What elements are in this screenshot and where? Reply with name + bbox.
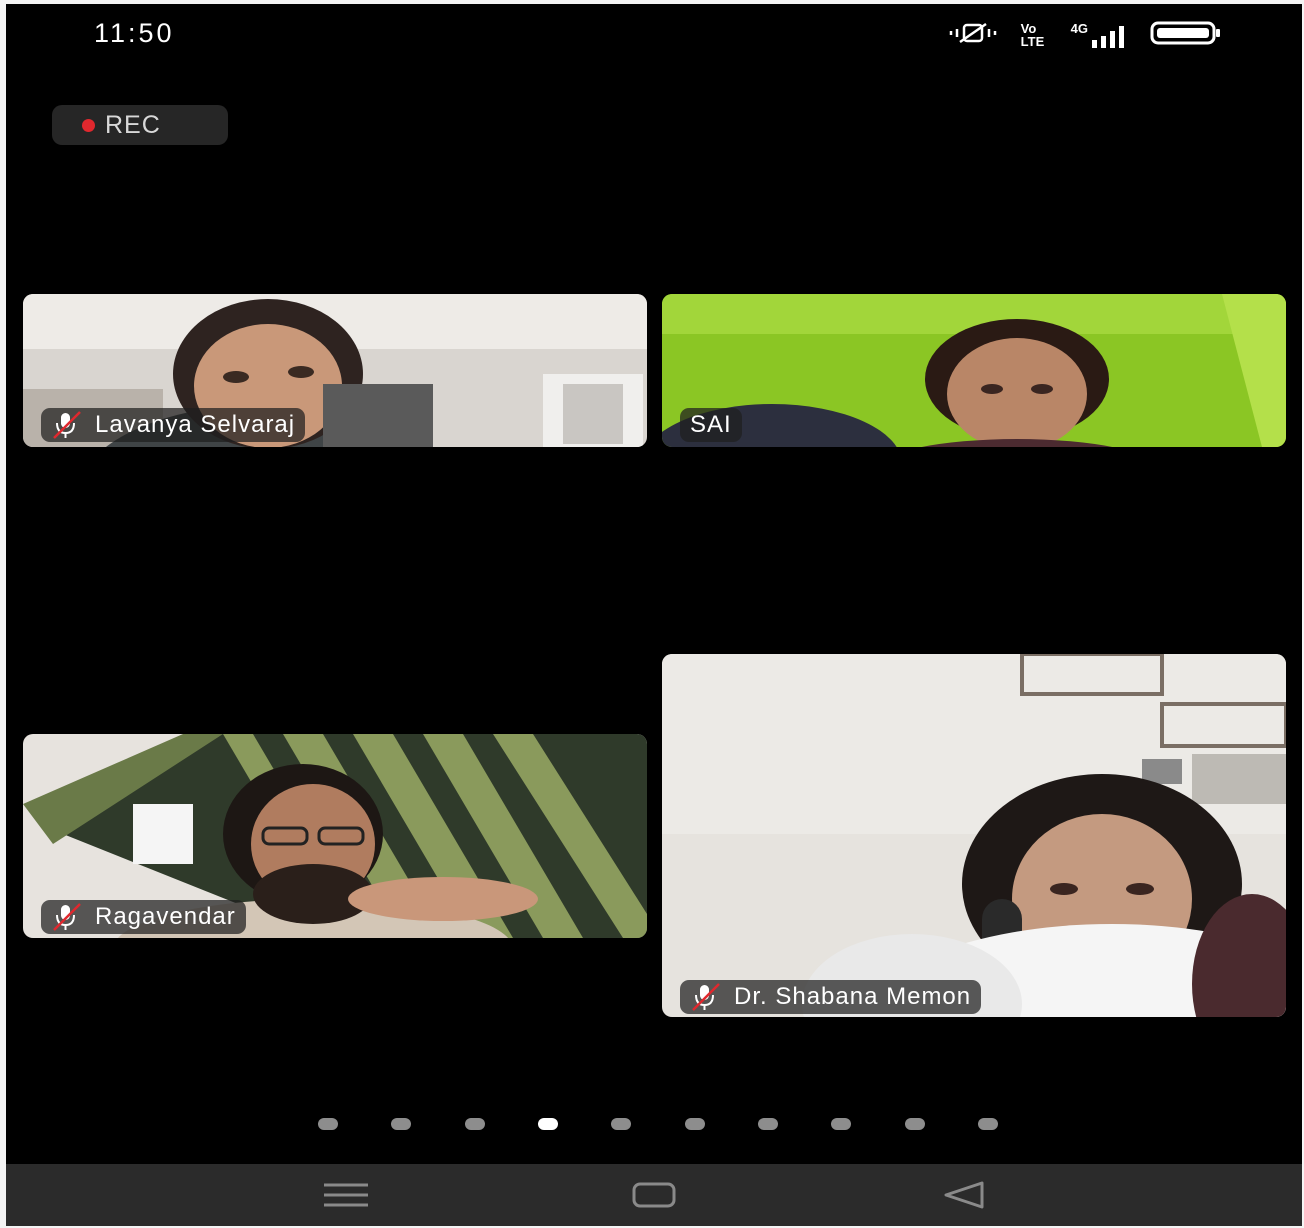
page-dot[interactable] [684, 1118, 705, 1130]
page-dot[interactable] [611, 1118, 632, 1130]
participant-name: Dr. Shabana Memon [734, 983, 972, 1010]
participant-tile[interactable]: Ragavendar [23, 734, 647, 938]
page-dot[interactable] [757, 1118, 778, 1130]
participant-tile[interactable]: SAI [662, 294, 1286, 447]
volte-icon: Vo LTE [1020, 21, 1045, 49]
participant-name-tag: Ragavendar [41, 900, 246, 934]
home-icon[interactable] [632, 1181, 676, 1214]
status-icons: Vo LTE 4G [947, 20, 1222, 50]
navigation-bar [6, 1164, 1302, 1226]
page-indicator[interactable] [318, 1118, 998, 1130]
page-dot[interactable] [464, 1118, 485, 1130]
muted-mic-icon [49, 902, 83, 932]
meeting-screen: 11:50 Vo LTE 4G REC Lavanya Selvaraj SAI… [6, 4, 1302, 1226]
participant-name: Ragavendar [95, 903, 236, 930]
page-dot[interactable] [904, 1118, 925, 1130]
vibrate-icon [947, 21, 999, 50]
status-time: 11:50 [94, 18, 175, 48]
page-dot[interactable] [537, 1118, 558, 1130]
back-icon[interactable] [942, 1181, 986, 1214]
battery-icon [1150, 21, 1222, 50]
record-dot-icon [82, 118, 95, 132]
page-dot[interactable] [831, 1118, 852, 1130]
participant-tile[interactable]: Lavanya Selvaraj [23, 294, 647, 447]
network-type-label: 4G [1070, 21, 1088, 36]
muted-mic-icon [688, 982, 722, 1012]
page-dot[interactable] [391, 1118, 412, 1130]
participant-tile[interactable]: Dr. Shabana Memon [662, 654, 1286, 1017]
participant-video [662, 294, 1286, 447]
menu-icon[interactable] [322, 1181, 370, 1214]
page-dot[interactable] [318, 1118, 338, 1130]
recording-label: REC [105, 110, 161, 139]
participant-name-tag: Dr. Shabana Memon [680, 980, 982, 1014]
muted-mic-icon [49, 410, 83, 440]
signal-icon: 4G [1071, 22, 1128, 48]
recording-indicator: REC [52, 105, 228, 145]
participant-video [662, 654, 1286, 1017]
participant-name: Lavanya Selvaraj [95, 411, 296, 438]
page-dot[interactable] [977, 1118, 998, 1130]
participant-name-tag: SAI [680, 408, 742, 442]
participant-name-tag: Lavanya Selvaraj [41, 408, 306, 442]
participant-name: SAI [690, 411, 732, 438]
